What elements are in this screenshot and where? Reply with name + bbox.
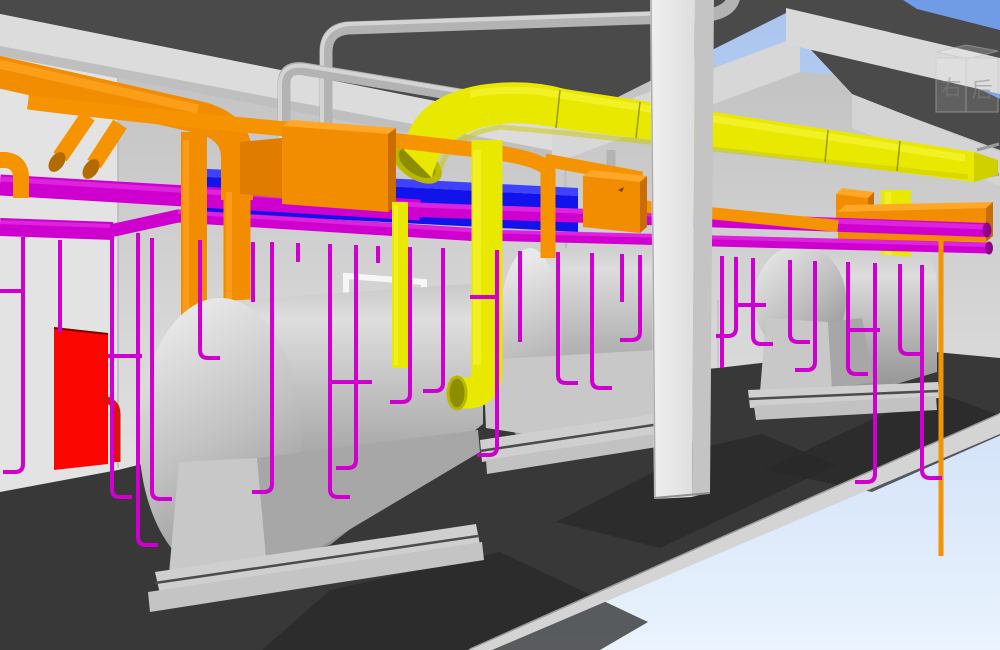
viewcube-label-right[interactable]: 右 xyxy=(941,76,962,100)
tank-3[interactable] xyxy=(748,245,940,420)
magenta-run-lower-endcap xyxy=(985,242,993,255)
structural-column[interactable] xyxy=(650,0,714,499)
column-front[interactable] xyxy=(650,0,695,499)
magenta-run-upper-endcap xyxy=(983,223,992,238)
orange-ahu-panel xyxy=(240,138,282,198)
viewcube-label-back[interactable]: 后 xyxy=(972,78,993,102)
orange-ahu-box1-side xyxy=(388,128,396,212)
tank-3-pedestal-front[interactable] xyxy=(760,318,832,392)
yellow-drop-open-end xyxy=(448,377,466,409)
fire-door[interactable] xyxy=(54,328,108,470)
tank-1[interactable] xyxy=(139,284,484,612)
orange-ahu-box1-front[interactable] xyxy=(282,126,388,212)
orange-ahu-box2-front[interactable] xyxy=(583,176,640,233)
orange-ahu-box2-side xyxy=(640,176,647,233)
model-viewport[interactable]: 右 后 xyxy=(0,0,1000,650)
